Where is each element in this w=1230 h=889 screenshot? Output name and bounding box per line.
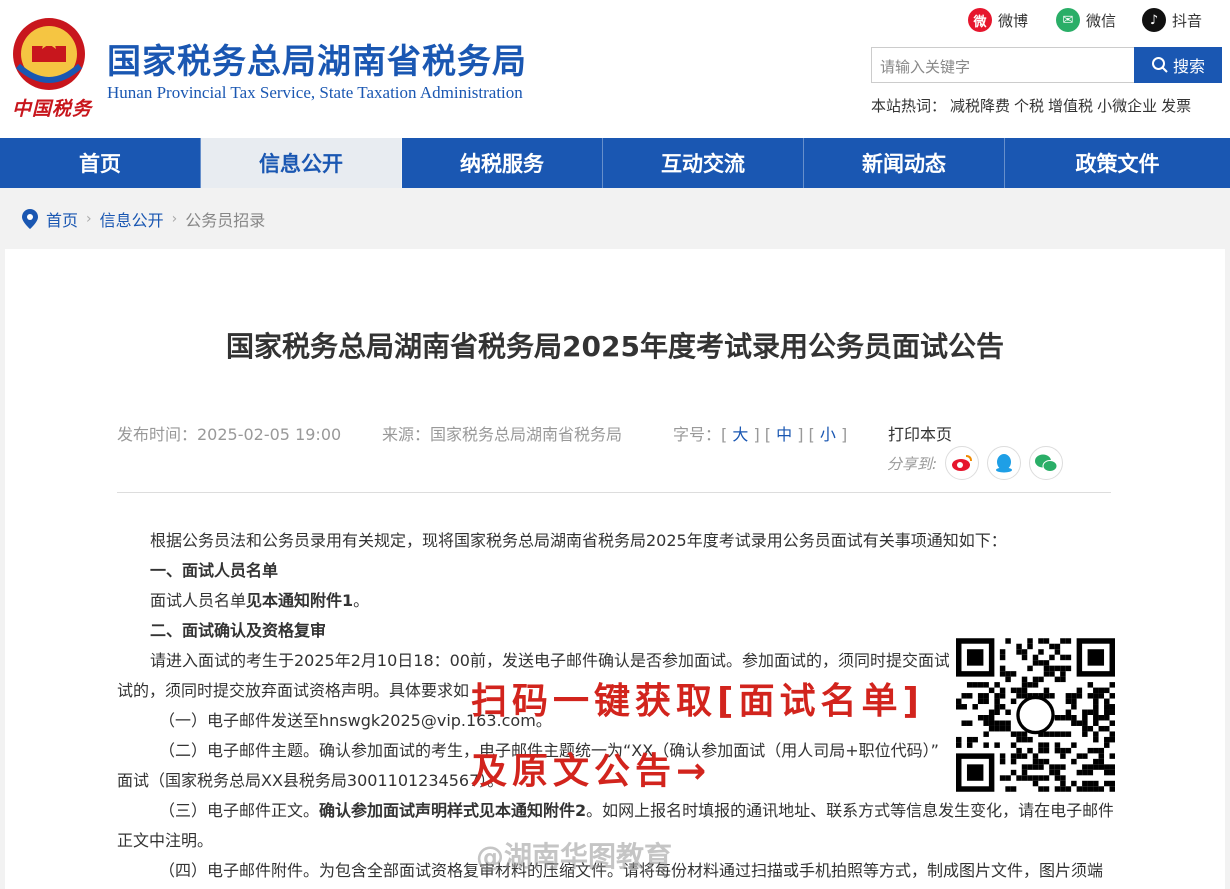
search-input[interactable]: 请输入关键字 (871, 47, 1134, 83)
hot-word[interactable]: 发票 (1161, 95, 1191, 116)
paragraph: （三）电子邮件正文。确认参加面试声明样式见本通知附件2。如网上报名时填报的通讯地… (159, 801, 1113, 820)
nav-tax-service[interactable]: 纳税服务 (402, 138, 603, 188)
publish-date: 发布时间：2025-02-05 19:00 (117, 425, 342, 444)
hot-word[interactable]: 增值税 (1048, 95, 1093, 116)
font-large-link[interactable]: 大 (732, 425, 748, 444)
breadcrumb-home[interactable]: 首页 (46, 207, 78, 231)
wechat-icon: ✉ (1056, 8, 1080, 32)
nav-home[interactable]: 首页 (0, 138, 201, 188)
print-link[interactable]: 打印本页 (888, 421, 952, 445)
hot-words: 本站热词： 减税降费 个税 增值税 小微企业 发票 (871, 95, 1192, 116)
paragraph: 根据公务员法和公务员录用有关规定，现将国家税务总局湖南省税务局2025年度考试录… (150, 531, 1007, 550)
article-source: 来源：国家税务总局湖南省税务局 (382, 425, 623, 444)
search-button[interactable]: 搜索 (1134, 47, 1222, 83)
nav-interaction[interactable]: 互动交流 (603, 138, 804, 188)
qr-code[interactable] (949, 631, 1122, 799)
share-wechat-icon[interactable] (1029, 446, 1064, 480)
search-icon (1151, 57, 1168, 73)
promo-text-line2: 及原文公告→ (471, 751, 712, 792)
breadcrumb-separator: › (171, 211, 178, 227)
breadcrumb-info[interactable]: 信息公开 (100, 207, 164, 231)
breadcrumb: 首页 › 信息公开 › 公务员招录 (22, 207, 265, 231)
site-subtitle: Hunan Provincial Tax Service, State Taxa… (107, 83, 523, 102)
weibo-icon: 微 (968, 8, 992, 32)
site-header: 中国税务 国家税务总局湖南省税务局 Hunan Provincial Tax S… (0, 0, 1230, 138)
main-nav: 首页 信息公开 纳税服务 互动交流 新闻动态 政策文件 (0, 138, 1230, 188)
location-pin-icon (22, 209, 38, 229)
wechat-link[interactable]: ✉ 微信 (1056, 8, 1116, 32)
share-qq-icon[interactable] (987, 446, 1022, 480)
font-small-link[interactable]: 小 (820, 425, 836, 444)
font-medium-link[interactable]: 中 (776, 425, 792, 444)
breadcrumb-separator: › (86, 211, 92, 227)
douyin-icon: ♪ (1142, 8, 1166, 32)
share-weibo-icon[interactable] (945, 446, 980, 480)
paragraph: 面试人员名单见本通知附件1。 (150, 591, 370, 610)
promo-text-line1: 扫码一键获取[面试名单] (471, 681, 924, 722)
seal-text: 中国税务 (12, 98, 93, 120)
site-title: 国家税务总局湖南省税务局 (107, 42, 527, 82)
hot-word[interactable]: 减税降费 (950, 95, 1010, 116)
breadcrumb-current: 公务员招录 (185, 211, 266, 230)
section-heading: 一、面试人员名单 (150, 561, 279, 580)
weibo-link[interactable]: 微 微博 (968, 8, 1028, 32)
watermark: @湖南华图教育 (476, 840, 673, 873)
article-title: 国家税务总局湖南省税务局2025年度考试录用公务员面试公告 (226, 330, 1004, 363)
hot-word[interactable]: 小微企业 (1097, 95, 1157, 116)
qr-code-icon (956, 638, 1115, 792)
nav-info[interactable]: 信息公开 (201, 138, 402, 188)
divider (117, 492, 1111, 493)
douyin-link[interactable]: ♪ 抖音 (1142, 8, 1202, 32)
hot-word[interactable]: 个税 (1014, 95, 1044, 116)
font-size-control: 字号：[ 大 ] [ 中 ] [ 小 ] (673, 425, 848, 444)
nav-policy[interactable]: 政策文件 (1005, 138, 1230, 188)
nav-news[interactable]: 新闻动态 (804, 138, 1005, 188)
share-bar: 分享到: (887, 446, 1064, 480)
national-emblem-logo (13, 18, 85, 90)
